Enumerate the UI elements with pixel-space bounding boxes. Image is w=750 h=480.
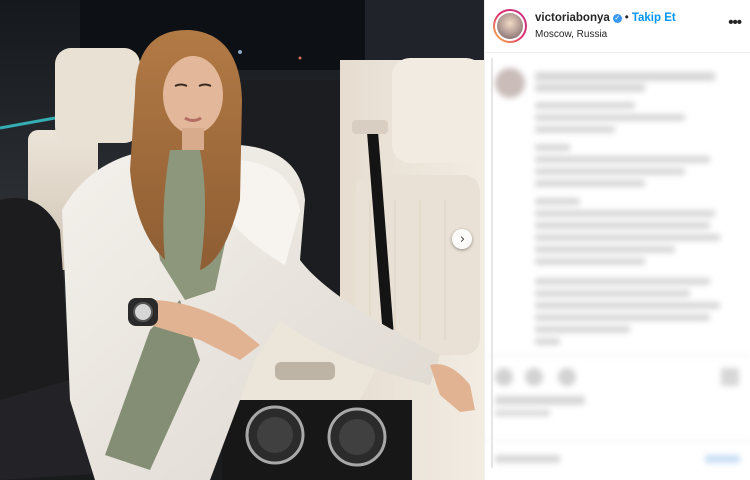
verified-badge-icon: ✓ [612, 14, 622, 23]
location-link[interactable]: Moscow, Russia [535, 29, 607, 40]
avatar[interactable] [495, 11, 525, 41]
post-sidebar: victoriabonya ✓ • Takip Et Moscow, Russia •… [484, 0, 750, 480]
blurred-comments-area [485, 55, 750, 480]
next-photo-button[interactable]: › [452, 229, 472, 249]
username-link[interactable]: victoriabonya [535, 12, 610, 24]
post-header: victoriabonya ✓ • Takip Et Moscow, Russia •… [485, 0, 750, 53]
photo-illustration [0, 0, 484, 480]
avatar-image [497, 13, 523, 39]
user-line: victoriabonya ✓ • Takip Et [535, 12, 676, 24]
separator-dot: • [624, 12, 629, 24]
blurred-content [485, 55, 750, 480]
chevron-right-icon: › [459, 231, 466, 247]
more-options-icon[interactable]: ••• [728, 14, 742, 31]
follow-button[interactable]: Takip Et [632, 12, 676, 24]
story-ring[interactable] [493, 9, 527, 43]
post-photo[interactable]: › [0, 0, 484, 480]
instagram-post: › victoriabonya ✓ • Takip Et Moscow, Russia… [0, 0, 750, 480]
